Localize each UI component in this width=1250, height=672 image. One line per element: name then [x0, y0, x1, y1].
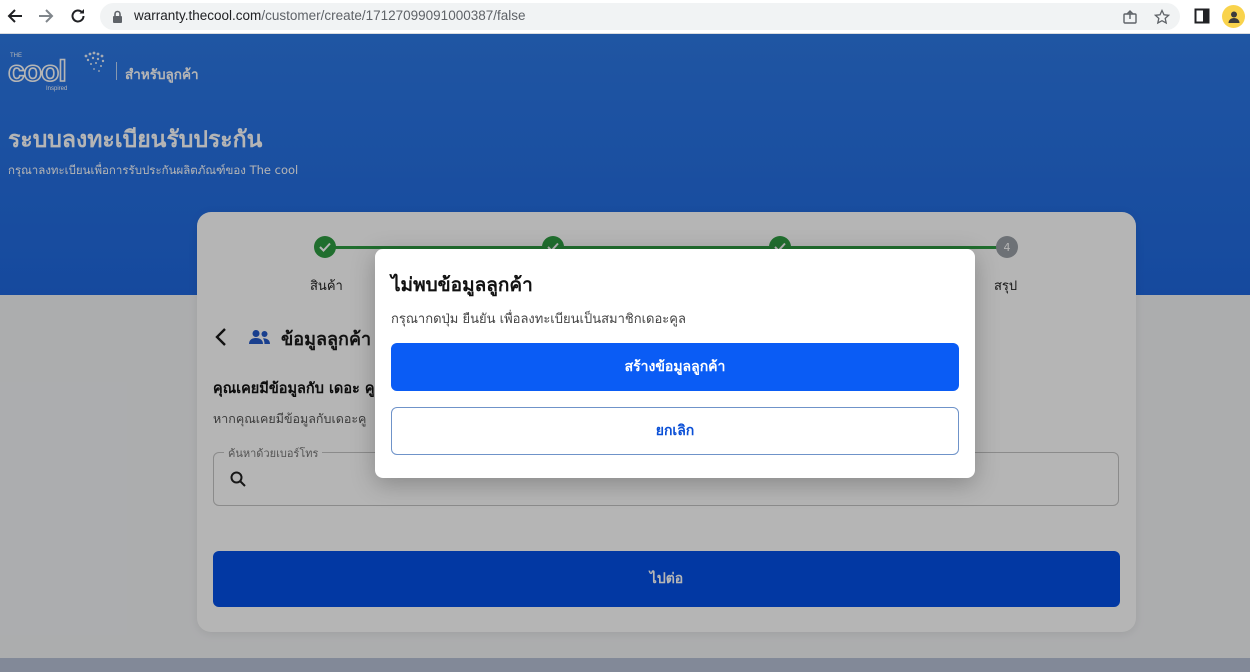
url-host: warranty.thecool.com	[134, 8, 262, 23]
dialog-title: ไม่พบข้อมูลลูกค้า	[391, 274, 533, 296]
share-icon[interactable]	[1120, 7, 1140, 27]
back-icon[interactable]	[3, 4, 27, 28]
profile-avatar-icon[interactable]	[1222, 5, 1245, 28]
cancel-button[interactable]: ยกเลิก	[391, 407, 959, 455]
url-path: /customer/create/17127099091000387/false	[261, 8, 526, 23]
customer-not-found-dialog: ไม่พบข้อมูลลูกค้า กรุณากดปุ่ม ยืนยัน เพื…	[375, 249, 975, 478]
url-text: warranty.thecool.com/customer/create/171…	[134, 8, 526, 23]
reload-icon[interactable]	[66, 4, 90, 28]
forward-icon[interactable]	[34, 4, 58, 28]
lock-icon	[112, 9, 123, 28]
dialog-message: กรุณากดปุ่ม ยืนยัน เพื่อลงทะเบียนเป็นสมา…	[391, 312, 686, 327]
address-bar[interactable]: warranty.thecool.com/customer/create/171…	[100, 3, 1180, 30]
create-customer-button[interactable]: สร้างข้อมูลลูกค้า	[391, 343, 959, 391]
side-panel-icon[interactable]	[1190, 4, 1214, 28]
star-icon[interactable]	[1152, 7, 1172, 27]
browser-toolbar: warranty.thecool.com/customer/create/171…	[0, 0, 1250, 34]
